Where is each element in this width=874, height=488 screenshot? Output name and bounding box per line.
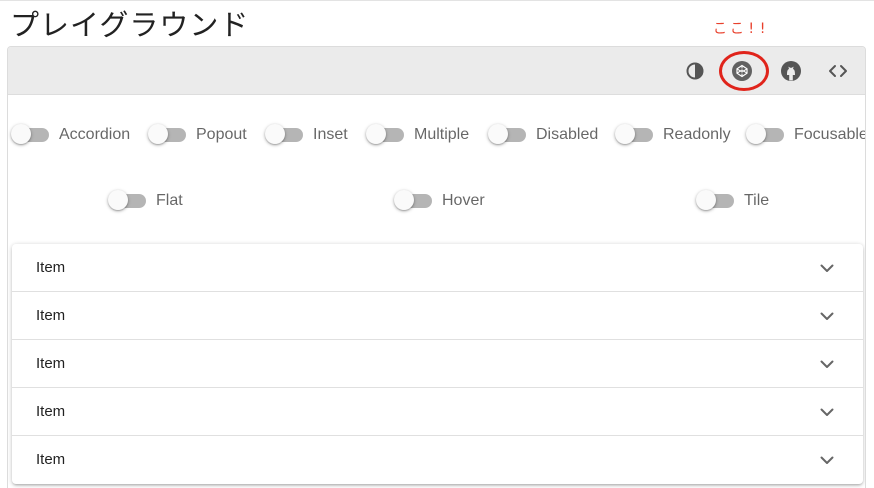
switch-label: Popout xyxy=(196,126,247,143)
playground-card: Accordion Popout Inset Multiple Disabled… xyxy=(7,46,866,488)
switch-label: Focusable xyxy=(794,126,866,143)
switch-track xyxy=(148,124,186,144)
highlight-ring xyxy=(719,51,769,91)
switch-readonly[interactable]: Readonly xyxy=(615,123,731,147)
switch-label: Inset xyxy=(313,126,348,143)
switch-track xyxy=(366,124,404,144)
switch-track xyxy=(265,124,303,144)
expansion-panel-5[interactable]: Item xyxy=(12,436,863,484)
switch-track xyxy=(108,190,146,210)
switch-popout[interactable]: Popout xyxy=(148,123,247,147)
switch-focusable[interactable]: Focusable xyxy=(746,123,866,147)
switch-thumb xyxy=(148,124,168,144)
switch-label: Tile xyxy=(744,192,770,209)
switch-label: Accordion xyxy=(59,126,131,143)
github-icon[interactable] xyxy=(779,59,803,83)
switch-hover[interactable]: Hover xyxy=(394,189,485,213)
expansion-panels: Item Item Item Item Item xyxy=(12,244,863,484)
panel-title: Item xyxy=(36,259,66,276)
switch-track xyxy=(615,124,653,144)
chevron-down-icon xyxy=(820,264,834,272)
switch-label: Hover xyxy=(442,192,485,209)
switch-label: Flat xyxy=(156,192,183,209)
top-divider xyxy=(0,0,874,1)
chevron-down-icon xyxy=(820,312,834,320)
expansion-panel-4[interactable]: Item xyxy=(12,388,863,436)
switch-thumb xyxy=(265,124,285,144)
switch-thumb xyxy=(746,124,766,144)
switch-flat[interactable]: Flat xyxy=(108,189,183,213)
playground-toolbar xyxy=(8,47,865,95)
switch-track xyxy=(488,124,526,144)
annotation-note: ここ!! xyxy=(713,21,770,37)
code-icon[interactable] xyxy=(826,59,850,83)
chevron-down-icon xyxy=(820,456,834,464)
switch-thumb xyxy=(366,124,386,144)
panel-title: Item xyxy=(36,355,66,372)
switch-thumb xyxy=(108,190,128,210)
switch-inset[interactable]: Inset xyxy=(265,123,348,147)
switch-thumb xyxy=(696,190,716,210)
panel-title: Item xyxy=(36,307,66,324)
switch-thumb xyxy=(11,124,31,144)
page-title: プレイグラウンド xyxy=(10,8,250,42)
switch-thumb xyxy=(488,124,508,144)
chevron-down-icon xyxy=(820,360,834,368)
switch-track xyxy=(394,190,432,210)
panel-title: Item xyxy=(36,451,66,468)
switch-disabled[interactable]: Disabled xyxy=(488,123,599,147)
expansion-panel-1[interactable]: Item xyxy=(12,244,863,292)
switch-track xyxy=(11,124,49,144)
expansion-panel-3[interactable]: Item xyxy=(12,340,863,388)
switch-accordion[interactable]: Accordion xyxy=(11,123,131,147)
expansion-panel-2[interactable]: Item xyxy=(12,292,863,340)
switch-track xyxy=(746,124,784,144)
switch-label: Disabled xyxy=(536,126,599,143)
theme-toggle-icon[interactable] xyxy=(683,59,707,83)
switch-label: Multiple xyxy=(414,126,470,143)
switch-label: Readonly xyxy=(663,126,731,143)
switch-thumb xyxy=(394,190,414,210)
switch-track xyxy=(696,190,734,210)
switch-thumb xyxy=(615,124,635,144)
switch-multiple[interactable]: Multiple xyxy=(366,123,470,147)
chevron-down-icon xyxy=(820,408,834,416)
panel-title: Item xyxy=(36,403,66,420)
switch-tile[interactable]: Tile xyxy=(696,189,770,213)
